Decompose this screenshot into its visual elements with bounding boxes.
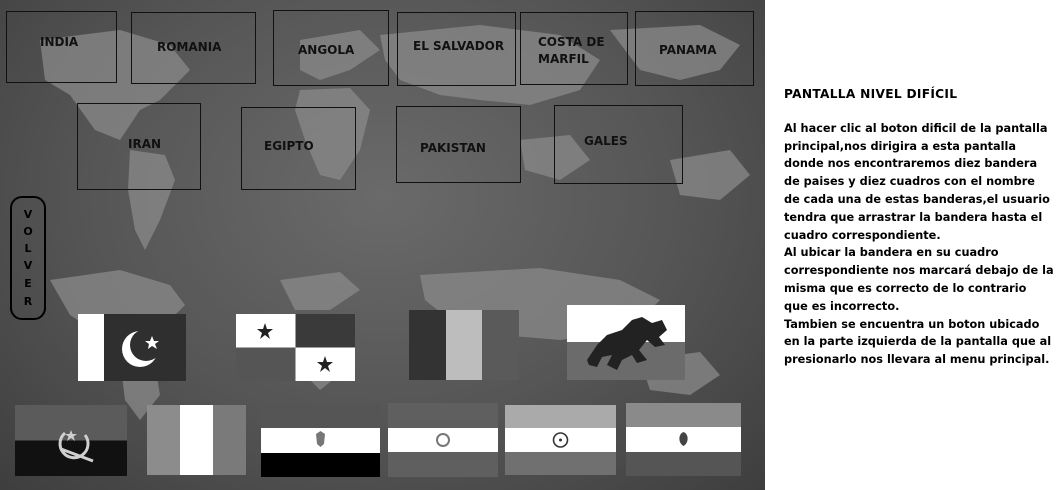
- flag-el-salvador-icon[interactable]: [388, 403, 498, 477]
- drop-box-label: PAKISTAN: [420, 141, 486, 155]
- volver-letter: L: [24, 242, 32, 255]
- flag-iran-icon[interactable]: [626, 403, 741, 476]
- drop-box-label: IRAN: [128, 137, 162, 151]
- flag-egypt-icon[interactable]: [261, 404, 380, 477]
- drop-box-label: COSTA DE MARFIL: [538, 35, 605, 66]
- flag-india-icon[interactable]: [505, 405, 616, 475]
- drop-box-el-salvador[interactable]: EL SALVADOR: [397, 12, 516, 86]
- drop-box-india[interactable]: INDIA: [6, 11, 117, 83]
- drop-box-label: ANGOLA: [298, 43, 355, 57]
- drop-box-label: EGIPTO: [264, 139, 314, 153]
- drop-box-iran[interactable]: IRAN: [77, 103, 201, 190]
- flag-pakistan-icon[interactable]: [78, 314, 186, 381]
- volver-letter: E: [24, 277, 32, 290]
- volver-button[interactable]: V O L V E R: [10, 196, 46, 320]
- drop-box-romania[interactable]: ROMANIA: [131, 12, 256, 84]
- drop-box-label: GALES: [584, 134, 628, 148]
- volver-letter: V: [23, 208, 33, 221]
- flag-angola-icon[interactable]: [15, 405, 127, 476]
- flag-romania-icon[interactable]: [409, 310, 519, 380]
- drop-box-costa-de-marfil[interactable]: COSTA DE MARFIL: [520, 12, 628, 85]
- volver-letter: R: [23, 295, 33, 308]
- flag-wales-icon[interactable]: [567, 305, 685, 380]
- drop-box-label: INDIA: [40, 35, 79, 49]
- flag-panama-icon[interactable]: [236, 314, 355, 381]
- game-screen: INDIA ROMANIA ANGOLA EL SALVADOR COSTA D…: [0, 0, 765, 490]
- drop-box-label: ROMANIA: [157, 40, 222, 54]
- flag-ivory-coast-icon[interactable]: [147, 405, 246, 475]
- drop-box-panama[interactable]: PANAMA: [635, 11, 754, 86]
- drop-box-label: EL SALVADOR: [413, 39, 505, 53]
- description-body: Al hacer clic al boton dificil de la pan…: [784, 121, 1054, 367]
- drop-box-egipto[interactable]: EGIPTO: [241, 107, 356, 190]
- description-panel: PANTALLA NIVEL DIFÍCIL Al hacer clic al …: [784, 86, 1054, 369]
- drop-box-angola[interactable]: ANGOLA: [273, 10, 389, 86]
- drop-box-label: PANAMA: [659, 43, 717, 57]
- volver-letter: V: [23, 259, 33, 272]
- volver-letter: O: [23, 225, 33, 238]
- description-title: PANTALLA NIVEL DIFÍCIL: [784, 87, 958, 101]
- drop-box-pakistan[interactable]: PAKISTAN: [396, 106, 521, 183]
- drop-box-gales[interactable]: GALES: [554, 105, 683, 184]
